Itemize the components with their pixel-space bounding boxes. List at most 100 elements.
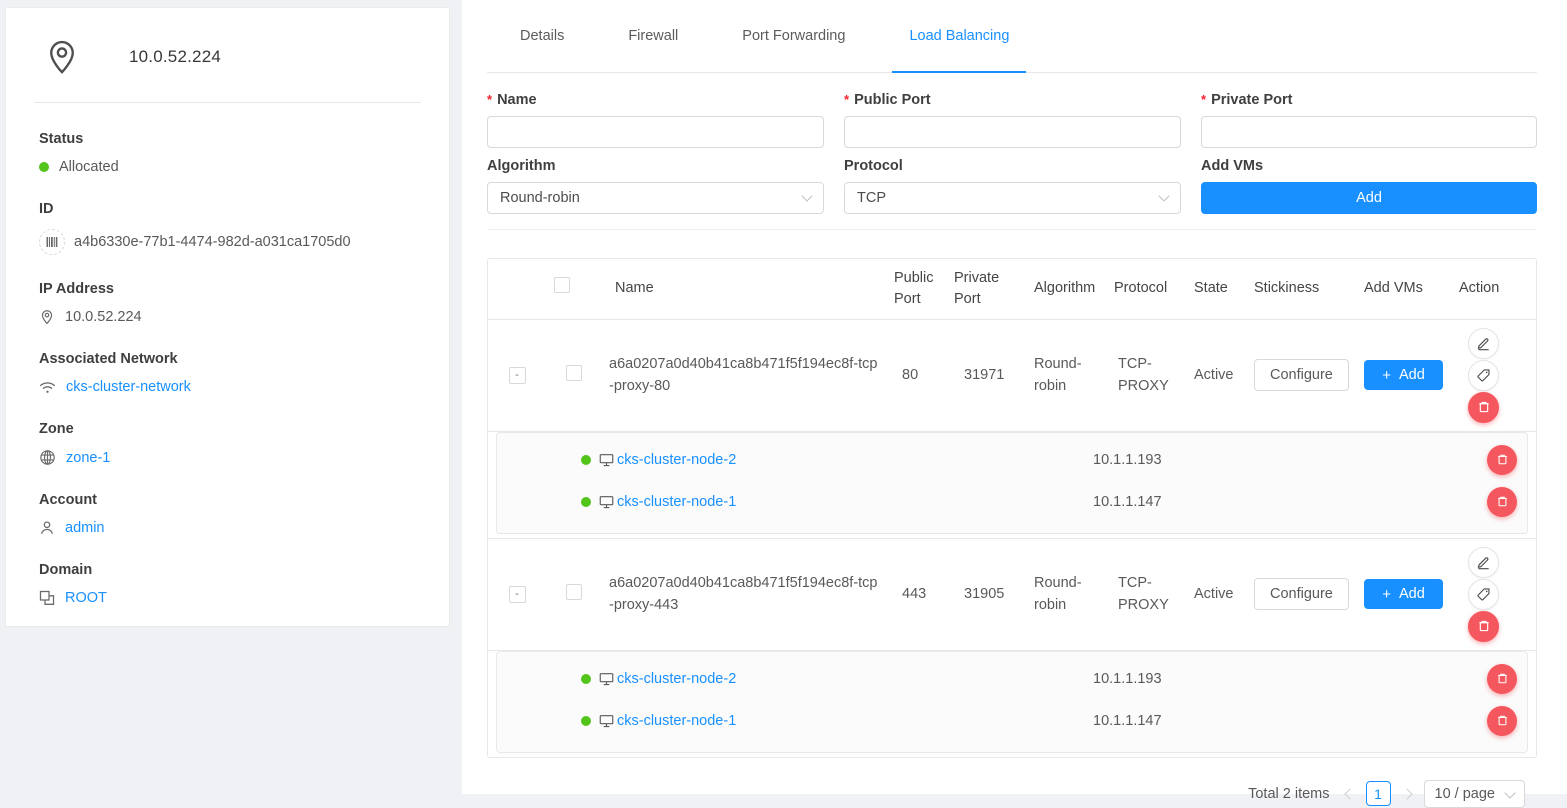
status-value: Allocated	[59, 159, 119, 175]
rule-actions	[1467, 328, 1500, 423]
rule-protocol: TCP-PROXY	[1106, 319, 1186, 431]
ip-address-label: IP Address	[39, 281, 429, 297]
remove-vm-button[interactable]	[1487, 664, 1517, 694]
header-expand	[488, 259, 546, 319]
ip-details-card: 10.0.52.224 Status Allocated ID a4b63	[5, 7, 450, 627]
rule-private-port: 31905	[946, 538, 1026, 650]
select-all-checkbox[interactable]	[554, 277, 570, 293]
configure-stickiness-button[interactable]: Configure	[1254, 578, 1349, 610]
ip-card-header: 10.0.52.224	[6, 8, 449, 102]
tab-details[interactable]: Details	[503, 0, 581, 72]
vm-row: cks-cluster-node-1 10.1.1.147	[497, 700, 1517, 742]
assigned-vms-box: cks-cluster-node-2 10.1.1.193	[496, 651, 1528, 753]
plus-icon: +	[1382, 368, 1391, 383]
header-public-port: Public Port	[886, 259, 946, 319]
vm-link[interactable]: cks-cluster-node-2	[617, 671, 736, 687]
vm-running-dot-icon	[581, 497, 591, 507]
id-value: a4b6330e-77b1-4474-982d-a031ca1705d0	[74, 234, 351, 250]
rule-algorithm: Round-robin	[1026, 319, 1106, 431]
header-stickiness: Stickiness	[1246, 259, 1356, 319]
field-account: Account admin	[39, 492, 429, 536]
section-divider	[487, 229, 1537, 230]
header-protocol: Protocol	[1106, 259, 1186, 319]
globe-icon	[39, 449, 56, 466]
private-port-input[interactable]	[1201, 116, 1537, 148]
public-port-input[interactable]	[844, 116, 1181, 148]
table-header-row: Name Public Port Private Port Algorithm …	[488, 259, 1536, 319]
status-label: Status	[39, 131, 429, 147]
required-asterisk: *	[1201, 92, 1206, 107]
collapse-row-button[interactable]: -	[509, 586, 526, 603]
row-checkbox[interactable]	[566, 365, 582, 381]
vm-running-dot-icon	[581, 716, 591, 726]
tag-rule-button[interactable]	[1468, 360, 1499, 391]
domain-blocks-icon	[39, 590, 55, 606]
header-private-port: Private Port	[946, 259, 1026, 319]
vm-running-dot-icon	[581, 455, 591, 465]
algorithm-select[interactable]: Round-robin	[487, 182, 824, 214]
rule-actions	[1467, 547, 1500, 642]
field-ip-address: IP Address 10.0.52.224	[39, 281, 429, 325]
collapse-row-button[interactable]: -	[509, 367, 526, 384]
load-balancing-table: Name Public Port Private Port Algorithm …	[487, 258, 1537, 758]
name-input[interactable]	[487, 116, 824, 148]
remove-vm-button[interactable]	[1487, 706, 1517, 736]
delete-rule-button[interactable]	[1468, 392, 1499, 423]
user-icon	[39, 520, 55, 536]
barcode-icon	[39, 229, 65, 255]
add-vm-to-rule-button[interactable]: + Add	[1364, 579, 1443, 609]
tab-firewall[interactable]: Firewall	[611, 0, 695, 72]
field-status: Status Allocated	[39, 131, 429, 175]
form-group-add-vms: Add VMs Add	[1201, 155, 1537, 214]
vm-monitor-icon	[599, 672, 614, 686]
protocol-selected-value: TCP	[857, 190, 886, 206]
rule-80-expanded-vms: cks-cluster-node-2 10.1.1.193	[488, 431, 1536, 538]
account-link[interactable]: admin	[65, 520, 105, 536]
rule-algorithm: Round-robin	[1026, 538, 1106, 650]
form-group-name: * Name	[487, 89, 824, 148]
assigned-vms-box: cks-cluster-node-2 10.1.1.193	[496, 432, 1528, 534]
remove-vm-button[interactable]	[1487, 445, 1517, 475]
rule-name: a6a0207a0d40b41ca8b471f5f194ec8f-tcp-pro…	[601, 319, 886, 431]
location-pin-icon	[43, 38, 81, 76]
row-checkbox[interactable]	[566, 584, 582, 600]
edit-rule-button[interactable]	[1468, 328, 1499, 359]
configure-stickiness-button[interactable]: Configure	[1254, 359, 1349, 391]
protocol-select[interactable]: TCP	[844, 182, 1181, 214]
domain-link[interactable]: ROOT	[65, 590, 107, 606]
vm-row: cks-cluster-node-1 10.1.1.147	[497, 481, 1517, 523]
form-group-protocol: Protocol TCP	[844, 155, 1181, 214]
field-associated-network: Associated Network cks-cluster-network	[39, 351, 429, 395]
tab-load-balancing[interactable]: Load Balancing	[892, 0, 1026, 72]
rule-row-tcp-proxy-80: - a6a0207a0d40b41ca8b471f5f194ec8f-tcp-p…	[488, 319, 1536, 431]
vm-link[interactable]: cks-cluster-node-1	[617, 494, 736, 510]
vm-ip: 10.1.1.147	[1093, 494, 1162, 510]
vm-monitor-icon	[599, 714, 614, 728]
delete-rule-button[interactable]	[1468, 611, 1499, 642]
add-rule-form: * Name * Public Port * Private Port Algo…	[487, 89, 1537, 221]
rule-protocol: TCP-PROXY	[1106, 538, 1186, 650]
ip-address-value: 10.0.52.224	[65, 309, 142, 325]
tab-port-forwarding[interactable]: Port Forwarding	[725, 0, 862, 72]
edit-rule-button[interactable]	[1468, 547, 1499, 578]
status-dot-icon	[39, 162, 49, 172]
domain-label: Domain	[39, 562, 429, 578]
vm-row: cks-cluster-node-2 10.1.1.193	[497, 439, 1517, 481]
vm-link[interactable]: cks-cluster-node-1	[617, 713, 736, 729]
plus-icon: +	[1382, 587, 1391, 602]
add-vm-to-rule-button[interactable]: + Add	[1364, 360, 1443, 390]
zone-link[interactable]: zone-1	[66, 450, 110, 466]
header-algorithm: Algorithm	[1026, 259, 1106, 319]
remove-vm-button[interactable]	[1487, 487, 1517, 517]
vm-ip: 10.1.1.147	[1093, 713, 1162, 729]
add-vms-button[interactable]: Add	[1201, 182, 1537, 214]
vm-running-dot-icon	[581, 674, 591, 684]
associated-network-link[interactable]: cks-cluster-network	[66, 379, 191, 395]
add-vms-field-label: Add VMs	[1201, 158, 1263, 174]
tag-rule-button[interactable]	[1468, 579, 1499, 610]
vm-link[interactable]: cks-cluster-node-2	[617, 452, 736, 468]
vm-row: cks-cluster-node-2 10.1.1.193	[497, 658, 1517, 700]
header-select-all	[546, 259, 601, 319]
vm-ip: 10.1.1.193	[1093, 452, 1162, 468]
form-group-algorithm: Algorithm Round-robin	[487, 155, 824, 214]
